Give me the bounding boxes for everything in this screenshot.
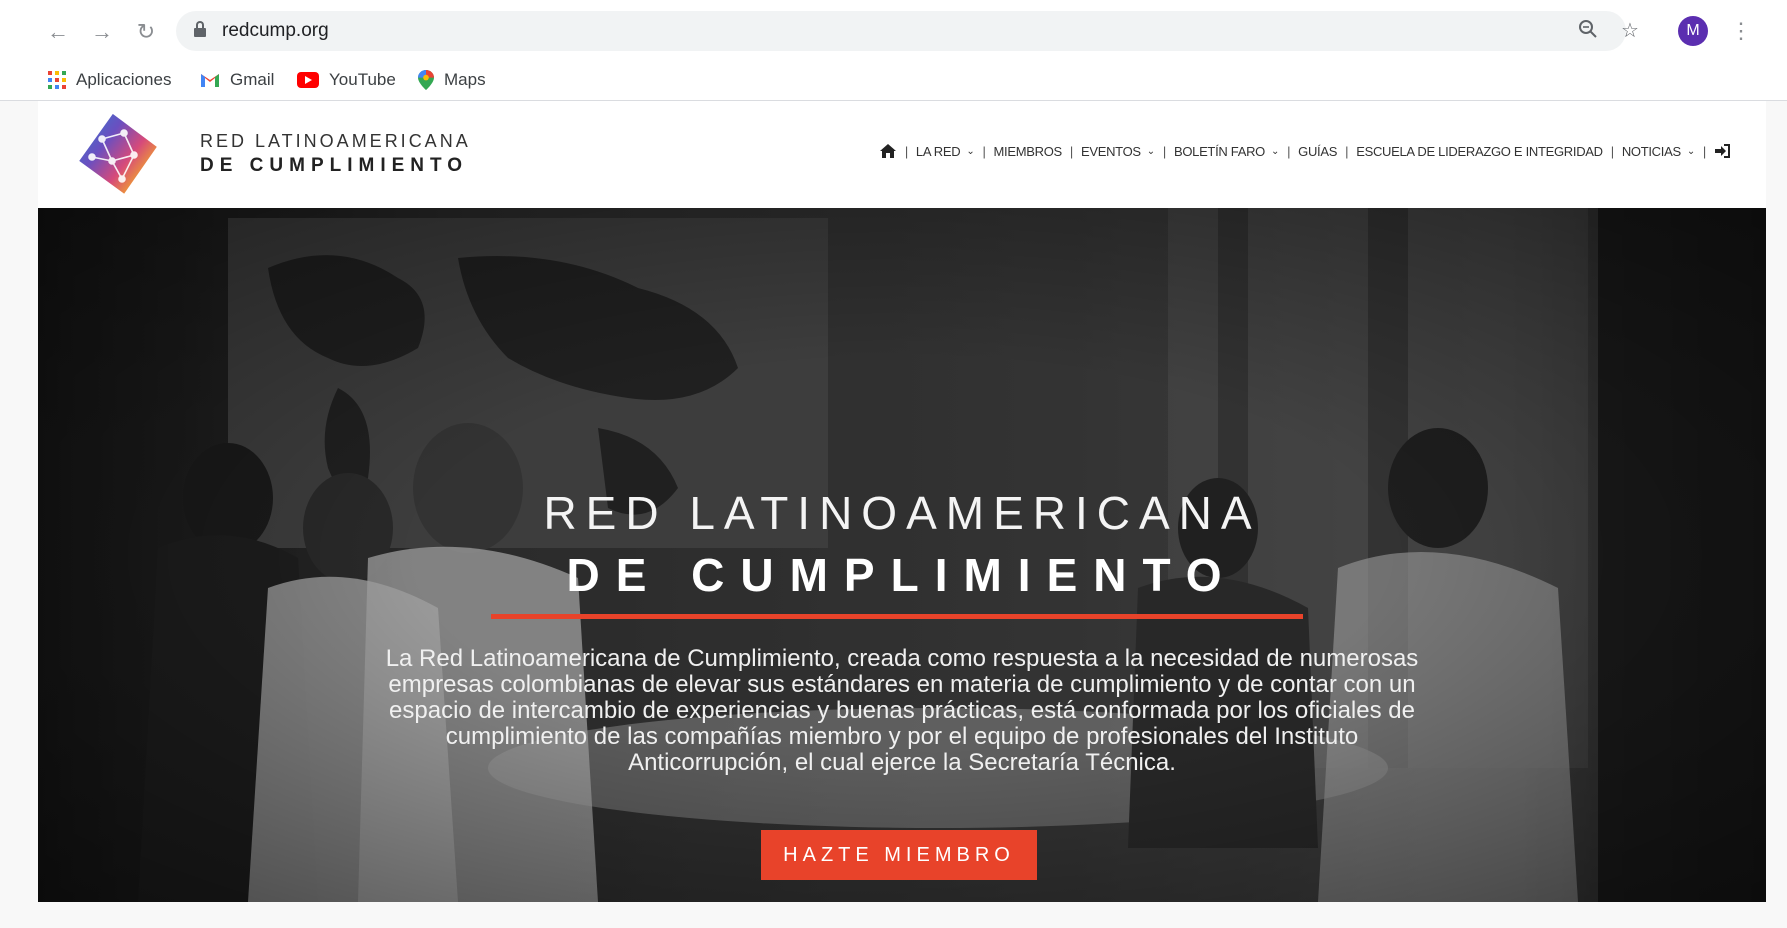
chevron-down-icon: ⌄ — [966, 145, 975, 157]
nav-separator: | — [1345, 143, 1349, 159]
nav-label: ESCUELA DE LIDERAZGO E INTEGRIDAD — [1356, 143, 1603, 159]
hero-description: La Red Latinoamericana de Cumplimiento, … — [385, 645, 1419, 776]
hero-title-line1: RED LATINOAMERICANA — [543, 487, 1261, 539]
login-icon[interactable] — [1714, 144, 1730, 158]
nav-separator: | — [1287, 143, 1291, 159]
nav-item-la-red[interactable]: LA RED ⌄ — [916, 144, 975, 159]
star-icon[interactable]: ☆ — [1618, 19, 1642, 43]
bookmark-maps[interactable]: Maps — [418, 66, 486, 94]
site-header: RED LATINOAMERICANA DE CUMPLIMIENTO | LA… — [38, 101, 1766, 208]
apps-grid-icon — [48, 71, 66, 89]
bookmark-label: Maps — [444, 70, 486, 89]
page-bottom-area — [0, 902, 1787, 928]
gmail-icon — [201, 74, 219, 87]
nav-separator: | — [1069, 143, 1073, 159]
browser-toolbar: ← → ↻ redcump.org ☆ M ⋮ — [0, 0, 1787, 60]
bookmark-gmail[interactable]: Gmail — [200, 66, 274, 94]
avatar[interactable]: M — [1678, 16, 1708, 46]
nav-label: MIEMBROS — [993, 143, 1063, 159]
nav-label: LA RED — [915, 143, 961, 159]
nav-separator: | — [1702, 143, 1706, 159]
zoom-icon[interactable] — [1576, 19, 1600, 43]
bookmark-youtube[interactable]: YouTube — [297, 66, 396, 94]
nav-item-noticias[interactable]: NOTICIAS ⌄ — [1622, 144, 1695, 159]
bookmark-apps[interactable]: Aplicaciones — [48, 66, 171, 94]
nav-label: NOTICIAS — [1621, 143, 1681, 159]
nav-item-boletin-faro[interactable]: BOLETÍN FARO ⌄ — [1174, 144, 1279, 159]
bookmark-label: Aplicaciones — [76, 70, 172, 89]
youtube-icon — [297, 72, 319, 88]
nav-separator: | — [904, 143, 908, 159]
nav-item-guias[interactable]: GUÍAS — [1298, 144, 1337, 159]
hero-banner: RED LATINOAMERICANA DE CUMPLIMIENTO La R… — [38, 208, 1766, 902]
kebab-menu-icon[interactable]: ⋮ — [1730, 16, 1752, 46]
nav-separator: | — [982, 143, 986, 159]
nav-separator: | — [1610, 143, 1614, 159]
web-page: RED LATINOAMERICANA DE CUMPLIMIENTO | LA… — [38, 101, 1766, 902]
nav-item-escuela[interactable]: ESCUELA DE LIDERAZGO E INTEGRIDAD — [1356, 144, 1603, 159]
browser-window: ← → ↻ redcump.org ☆ M ⋮ Aplicaciones Gma… — [0, 0, 1787, 928]
nav-separator: | — [1162, 143, 1166, 159]
address-bar[interactable]: redcump.org ☆ — [176, 11, 1639, 51]
nav-item-eventos[interactable]: EVENTOS ⌄ — [1081, 144, 1155, 159]
nav-label: EVENTOS — [1080, 143, 1141, 159]
hero-title-line2: DE CUMPLIMIENTO — [566, 549, 1238, 601]
home-icon[interactable] — [879, 143, 897, 159]
nav-label: BOLETÍN FARO — [1173, 143, 1265, 159]
bookmark-label: YouTube — [329, 70, 396, 89]
nav-label: GUÍAS — [1298, 143, 1338, 159]
chevron-down-icon: ⌄ — [1270, 145, 1280, 157]
maps-icon — [418, 70, 434, 90]
forward-icon[interactable]: → — [88, 18, 116, 46]
main-navigation: | LA RED ⌄ | MIEMBROS | EVENTOS ⌄ | BOLETÍ… — [879, 143, 1730, 159]
site-logo[interactable] — [72, 109, 162, 199]
logo-text-line2: DE CUMPLIMIENTO — [200, 155, 469, 176]
bookmark-label: Gmail — [230, 70, 275, 89]
url-text[interactable]: redcump.org — [222, 20, 329, 42]
hero-divider — [491, 614, 1303, 619]
back-icon[interactable]: ← — [44, 18, 72, 46]
logo-text-line1: RED LATINOAMERICANA — [200, 131, 471, 151]
bookmarks-bar: Aplicaciones Gmail YouTube Maps — [0, 60, 1787, 100]
lock-icon[interactable] — [194, 21, 206, 37]
join-member-button[interactable]: HAZTE MIEMBRO — [761, 830, 1037, 880]
chevron-down-icon: ⌄ — [1686, 145, 1695, 157]
nav-item-miembros[interactable]: MIEMBROS — [993, 143, 1063, 159]
chevron-down-icon: ⌄ — [1146, 145, 1155, 157]
reload-icon[interactable]: ↻ — [132, 18, 160, 46]
